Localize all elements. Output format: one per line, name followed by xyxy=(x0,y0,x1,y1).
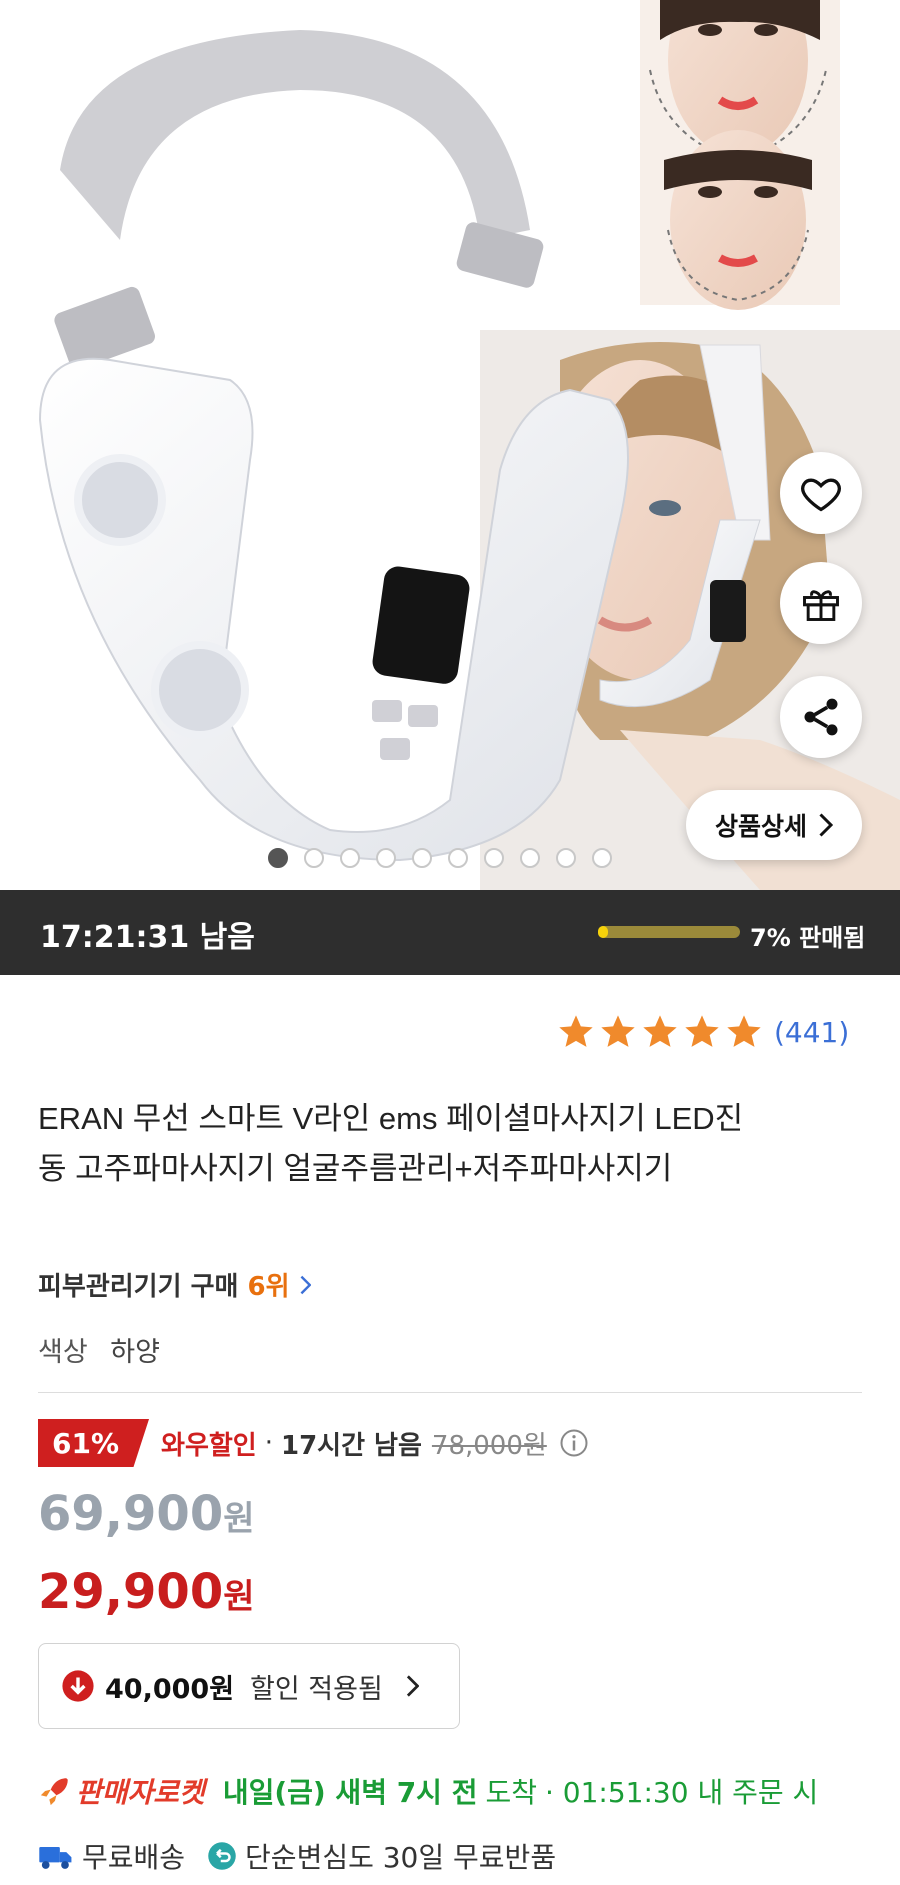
product-image-gallery[interactable]: 상품상세 xyxy=(0,0,900,890)
deal-countdown: 17:21:31 남음 xyxy=(40,920,255,955)
discount-badge: 61% xyxy=(38,1419,150,1467)
star-icon xyxy=(727,1015,761,1047)
seller-rocket-badge: 판매자로켓 xyxy=(76,1776,205,1809)
delivery-eta: 내일(금) 새벽 7시 전 xyxy=(222,1776,478,1809)
rank-prefix: 피부관리기기 구매 xyxy=(38,1272,239,1302)
share-icon xyxy=(804,698,838,736)
pagination-dot[interactable] xyxy=(520,848,540,868)
promo-name: 와우할인 xyxy=(161,1430,257,1461)
order-cutoff: · 01:51:30 내 주문 시 xyxy=(545,1776,819,1809)
pagination-dot[interactable] xyxy=(412,848,432,868)
option-label: 색상 xyxy=(38,1337,88,1368)
gift-icon xyxy=(803,590,839,621)
final-price: 29,900원 xyxy=(38,1564,255,1620)
category-rank-link[interactable]: 피부관리기기 구매 6위 xyxy=(38,1266,312,1303)
coupon-button[interactable]: 40,000원 할인 적용됨 xyxy=(38,1643,460,1729)
return-icon xyxy=(208,1842,236,1870)
option-summary: 색상 하양 xyxy=(38,1330,160,1369)
currency-unit: 원 xyxy=(223,1499,255,1539)
rating-summary[interactable]: (441) xyxy=(556,1012,849,1052)
separator-dot: · xyxy=(264,1428,273,1458)
review-count-link[interactable]: (441) xyxy=(774,1016,849,1049)
price-before-coupon-value: 69,900 xyxy=(38,1486,224,1542)
truck-icon xyxy=(39,1847,72,1869)
star-icon xyxy=(685,1015,719,1047)
sold-progress-bar xyxy=(598,926,740,938)
star-icon xyxy=(643,1015,677,1047)
original-price: 78,000원 xyxy=(431,1430,547,1461)
pagination-dot[interactable] xyxy=(484,848,504,868)
pagination-dot[interactable] xyxy=(556,848,576,868)
coupon-amount: 40,000원 xyxy=(105,1673,235,1705)
promo-row: 61% 와우할인 · 17시간 남음 78,000원 xyxy=(38,1418,589,1468)
coupon-down-arrow-icon xyxy=(62,1670,94,1702)
promo-remaining: 17시간 남음 xyxy=(280,1430,422,1461)
chevron-right-icon xyxy=(300,1275,312,1295)
gallery-pagination[interactable] xyxy=(268,848,612,868)
pagination-dot[interactable] xyxy=(448,848,468,868)
shipping-row: 무료배송 단순변심도 30일 무료반품 xyxy=(38,1836,556,1876)
pagination-dot[interactable] xyxy=(340,848,360,868)
star-icon xyxy=(559,1015,593,1047)
arrive-text: 도착 xyxy=(485,1776,537,1809)
heart-icon xyxy=(801,478,841,512)
final-price-value: 29,900 xyxy=(38,1564,224,1620)
rank-value: 6위 xyxy=(247,1272,290,1302)
pagination-dot[interactable] xyxy=(376,848,396,868)
gift-button[interactable] xyxy=(780,562,862,644)
product-title: ERAN 무선 스마트 V라인 ems 페이셜마사지기 LED진동 고주파마사지… xyxy=(38,1101,744,1186)
product-detail-button[interactable]: 상품상세 xyxy=(686,790,862,860)
coupon-status: 할인 적용됨 xyxy=(250,1673,383,1705)
sold-percent-label: 7% 판매됨 xyxy=(750,924,866,952)
info-icon[interactable] xyxy=(559,1428,589,1458)
option-value: 하양 xyxy=(110,1337,160,1368)
pagination-dot[interactable] xyxy=(268,848,288,868)
pagination-dot[interactable] xyxy=(592,848,612,868)
product-detail-label: 상품상세 xyxy=(714,812,807,841)
return-policy: 단순변심도 30일 무료반품 xyxy=(245,1841,557,1874)
product-image[interactable] xyxy=(0,0,900,890)
share-button[interactable] xyxy=(780,676,862,758)
star-icon xyxy=(601,1015,635,1047)
free-shipping: 무료배송 xyxy=(82,1841,186,1874)
divider xyxy=(38,1392,862,1393)
chevron-right-icon xyxy=(406,1675,419,1697)
chevron-right-icon xyxy=(819,813,833,837)
wishlist-button[interactable] xyxy=(780,452,862,534)
price-before-coupon: 69,900원 xyxy=(38,1486,255,1542)
delivery-row: 판매자로켓 내일(금) 새벽 7시 전 도착 · 01:51:30 내 주문 시 xyxy=(38,1771,818,1811)
rocket-icon xyxy=(40,1778,68,1806)
pagination-dot[interactable] xyxy=(304,848,324,868)
currency-unit: 원 xyxy=(223,1577,255,1617)
sold-progress-fill xyxy=(598,926,608,938)
